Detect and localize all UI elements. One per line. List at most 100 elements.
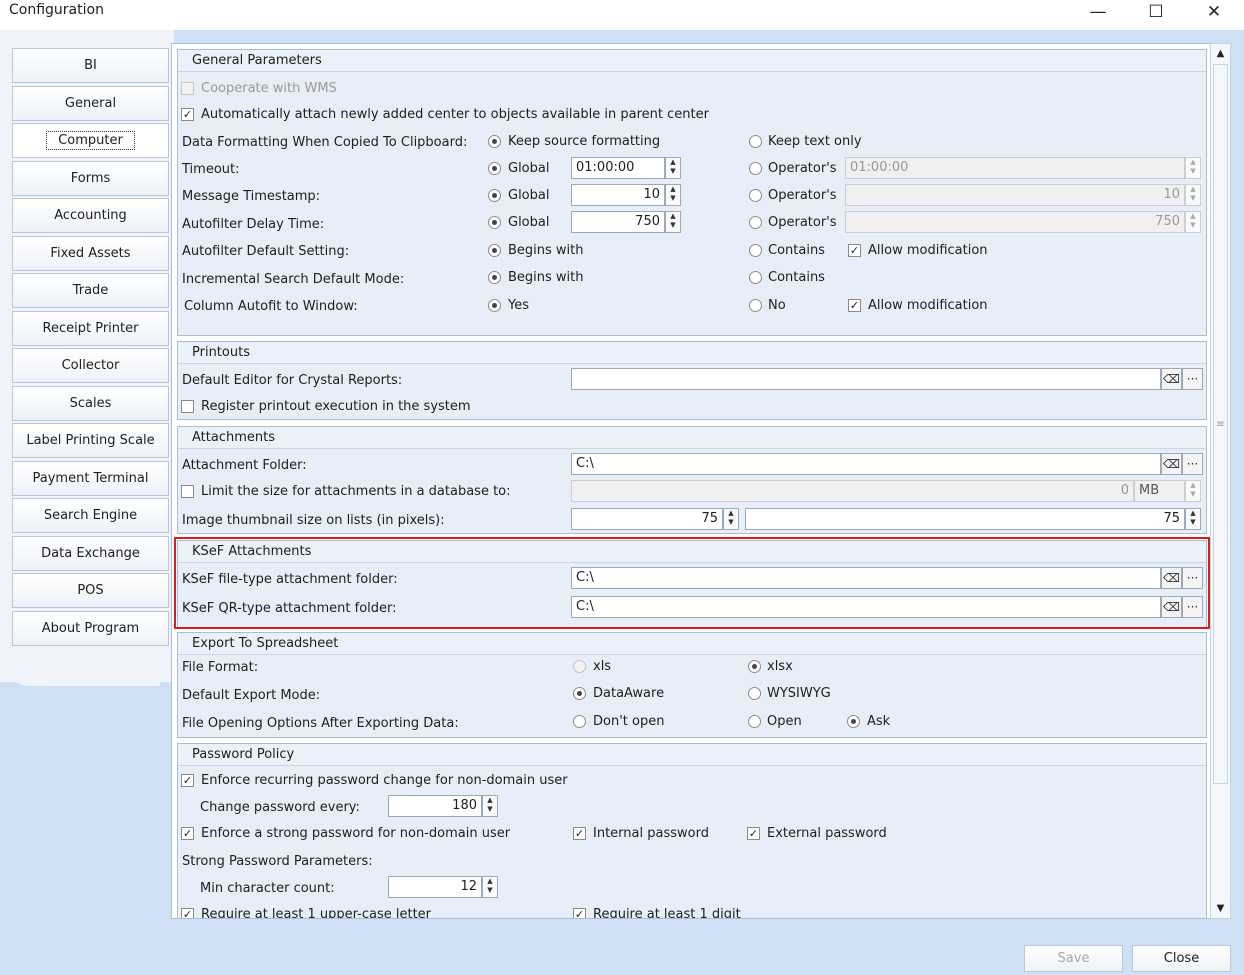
incremental-contains-radio[interactable] bbox=[749, 271, 762, 284]
internal-password-checkbox[interactable]: ✓ bbox=[573, 827, 586, 840]
nav-forms[interactable]: Forms bbox=[12, 161, 169, 196]
autofilter-delay-input[interactable]: 750 bbox=[571, 211, 665, 233]
change-every-input[interactable]: 180 bbox=[388, 795, 482, 817]
close-button[interactable]: Close bbox=[1132, 945, 1231, 972]
autofilter-delay-global-radio[interactable] bbox=[488, 216, 501, 229]
message-ts-global-radio[interactable] bbox=[488, 189, 501, 202]
xlsx-label: xlsx bbox=[767, 659, 793, 674]
ellipsis-button[interactable]: ··· bbox=[1182, 368, 1203, 390]
eraser-icon[interactable]: ⌫ bbox=[1161, 453, 1182, 475]
attachment-folder-input[interactable]: C:\ bbox=[571, 453, 1161, 475]
limit-size-input[interactable]: 0 bbox=[571, 480, 1134, 502]
incremental-begins-radio[interactable] bbox=[488, 271, 501, 284]
vertical-scrollbar[interactable]: ▲ ≡ ▼ bbox=[1210, 43, 1231, 919]
upper-case-checkbox[interactable]: ✓ bbox=[181, 908, 194, 918]
ask-radio[interactable] bbox=[847, 715, 860, 728]
default-editor-input[interactable] bbox=[571, 368, 1161, 390]
thumbnail-height-spinner[interactable]: ▲ ▼ bbox=[1185, 508, 1201, 530]
autofit-no-radio[interactable] bbox=[749, 299, 762, 312]
autofilter-contains-radio[interactable] bbox=[749, 244, 762, 257]
xls-radio[interactable] bbox=[573, 660, 586, 673]
external-password-label: External password bbox=[767, 826, 887, 841]
nav-scales[interactable]: Scales bbox=[12, 386, 169, 421]
timeout-operator-input[interactable]: 01:00:00 bbox=[845, 157, 1185, 179]
scroll-up-icon[interactable]: ▲ bbox=[1211, 44, 1230, 62]
strong-params-label: Strong Password Parameters: bbox=[182, 854, 373, 869]
ellipsis-button[interactable]: ··· bbox=[1182, 453, 1203, 475]
dont-open-radio[interactable] bbox=[573, 715, 586, 728]
minimize-button[interactable]: — bbox=[1075, 0, 1121, 24]
timeout-spinner[interactable]: ▲ ▼ bbox=[665, 157, 681, 179]
save-button[interactable]: Save bbox=[1024, 945, 1123, 972]
nav-about-program[interactable]: About Program bbox=[12, 611, 169, 646]
scroll-down-icon[interactable]: ▼ bbox=[1211, 899, 1230, 917]
enforce-strong-checkbox[interactable]: ✓ bbox=[181, 827, 194, 840]
nav-collector[interactable]: Collector bbox=[12, 348, 169, 383]
keep-source-radio[interactable] bbox=[488, 135, 501, 148]
nav-data-exchange[interactable]: Data Exchange bbox=[12, 536, 169, 571]
message-ts-operator-spinner[interactable]: ▲ ▼ bbox=[1185, 184, 1201, 206]
nav-label-printing-scale[interactable]: Label Printing Scale bbox=[12, 423, 169, 458]
register-printout-checkbox[interactable] bbox=[181, 400, 194, 413]
external-password-checkbox[interactable]: ✓ bbox=[747, 827, 760, 840]
nav-accounting[interactable]: Accounting bbox=[12, 198, 169, 233]
min-chars-spinner[interactable]: ▲ ▼ bbox=[482, 876, 498, 898]
incremental-contains-label: Contains bbox=[768, 270, 825, 285]
digit-checkbox[interactable]: ✓ bbox=[573, 908, 586, 918]
nav-search-engine[interactable]: Search Engine bbox=[12, 498, 169, 533]
nav-fixed-assets[interactable]: Fixed Assets bbox=[12, 236, 169, 271]
scroll-thumb[interactable]: ≡ bbox=[1213, 64, 1228, 784]
nav-receipt-printer[interactable]: Receipt Printer bbox=[12, 311, 169, 346]
nav-general[interactable]: General bbox=[12, 86, 169, 121]
message-ts-spinner[interactable]: ▲ ▼ bbox=[665, 184, 681, 206]
nav-computer[interactable]: Computer bbox=[12, 123, 169, 158]
autofilter-delay-operator-radio[interactable] bbox=[749, 216, 762, 229]
timeout-global-radio[interactable] bbox=[488, 162, 501, 175]
xlsx-radio[interactable] bbox=[748, 660, 761, 673]
eraser-icon[interactable]: ⌫ bbox=[1161, 368, 1182, 390]
autofilter-begins-radio[interactable] bbox=[488, 244, 501, 257]
nav-payment-terminal[interactable]: Payment Terminal bbox=[12, 461, 169, 496]
min-chars-label: Min character count: bbox=[200, 881, 335, 896]
autofilter-delay-global-label: Global bbox=[508, 215, 550, 230]
min-chars-input[interactable]: 12 bbox=[388, 876, 482, 898]
thumbnail-width-spinner[interactable]: ▲ ▼ bbox=[723, 508, 739, 530]
nav-bi[interactable]: BI bbox=[12, 48, 169, 83]
timeout-input[interactable]: 01:00:00 bbox=[571, 157, 665, 179]
internal-password-label: Internal password bbox=[593, 826, 709, 841]
incremental-search-label: Incremental Search Default Mode: bbox=[182, 272, 405, 287]
cooperate-wms-checkbox[interactable] bbox=[181, 82, 194, 95]
autofilter-delay-operator-spinner[interactable]: ▲ ▼ bbox=[1185, 211, 1201, 233]
maximize-button[interactable]: ☐ bbox=[1133, 0, 1179, 24]
general-parameters-header: General Parameters bbox=[178, 50, 1206, 72]
autofilter-delay-spinner[interactable]: ▲ ▼ bbox=[665, 211, 681, 233]
nav-pos[interactable]: POS bbox=[12, 573, 169, 608]
message-ts-operator-input[interactable]: 10 bbox=[845, 184, 1185, 206]
timeout-operator-spinner[interactable]: ▲ ▼ bbox=[1185, 157, 1201, 179]
thumbnail-width-input[interactable]: 75 bbox=[571, 508, 723, 530]
thumbnail-height-input[interactable]: 75 bbox=[745, 508, 1185, 530]
size-unit-select[interactable]: MB bbox=[1134, 480, 1185, 502]
size-unit-spinner[interactable]: ▲ ▼ bbox=[1185, 480, 1201, 502]
limit-size-label: Limit the size for attachments in a data… bbox=[201, 484, 511, 499]
enforce-strong-label: Enforce a strong password for non-domain… bbox=[201, 826, 511, 841]
enforce-recurring-checkbox[interactable]: ✓ bbox=[181, 774, 194, 787]
autofit-yes-radio[interactable] bbox=[488, 299, 501, 312]
nav-trade[interactable]: Trade bbox=[12, 273, 169, 308]
keep-text-radio[interactable] bbox=[749, 135, 762, 148]
dataaware-radio[interactable] bbox=[573, 687, 586, 700]
autofilter-delay-operator-input[interactable]: 750 bbox=[845, 211, 1185, 233]
autofilter-allow-checkbox[interactable]: ✓ bbox=[848, 244, 861, 257]
timeout-operator-radio[interactable] bbox=[749, 162, 762, 175]
message-ts-operator-radio[interactable] bbox=[749, 189, 762, 202]
close-window-button[interactable]: ✕ bbox=[1191, 0, 1237, 24]
autofit-allow-checkbox[interactable]: ✓ bbox=[848, 299, 861, 312]
thumbnail-size-label: Image thumbnail size on lists (in pixels… bbox=[182, 513, 445, 528]
wysiwyg-radio[interactable] bbox=[748, 687, 761, 700]
open-radio[interactable] bbox=[748, 715, 761, 728]
change-every-spinner[interactable]: ▲ ▼ bbox=[482, 795, 498, 817]
autofit-yes-label: Yes bbox=[508, 298, 529, 313]
auto-attach-checkbox[interactable]: ✓ bbox=[181, 108, 194, 121]
limit-size-checkbox[interactable] bbox=[181, 485, 194, 498]
message-ts-input[interactable]: 10 bbox=[571, 184, 665, 206]
